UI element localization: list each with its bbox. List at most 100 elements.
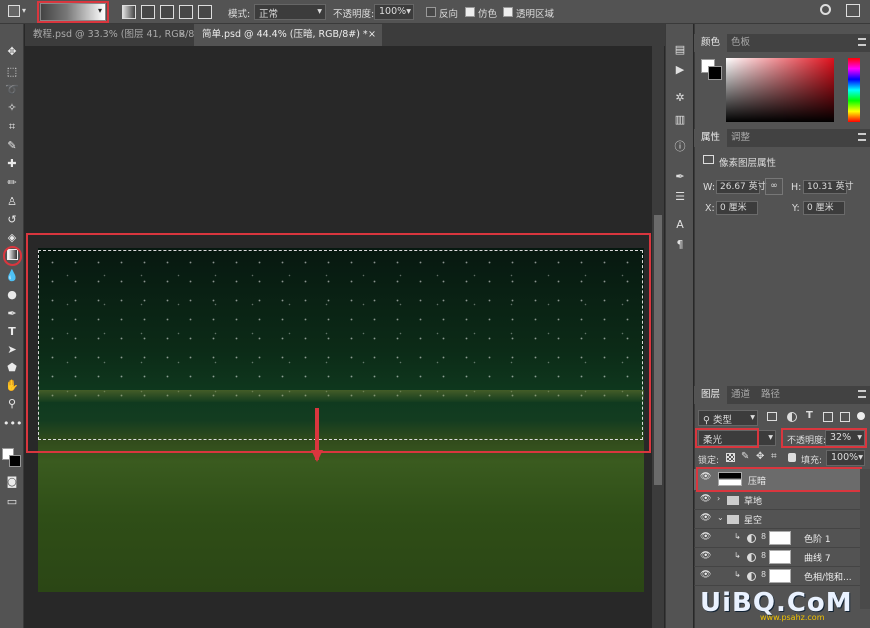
pen-icon[interactable]: ✒	[3, 306, 21, 322]
tab-paths[interactable]: 路径	[754, 386, 787, 404]
chevron-down-icon[interactable]: ⌄	[717, 513, 724, 522]
marquee-icon[interactable]: ⬚	[3, 64, 21, 80]
brushes-icon[interactable]: ✒	[671, 169, 689, 185]
filter-pixel-icon[interactable]	[767, 412, 777, 421]
workspace-icon[interactable]	[846, 4, 860, 17]
path-select-icon[interactable]: ➤	[3, 342, 21, 358]
reflected-gradient-icon[interactable]	[179, 5, 193, 19]
quick-mask-icon[interactable]: ◙	[3, 474, 21, 490]
layer-filter-select[interactable]: ⚲ 类型 ▾	[698, 410, 758, 426]
tool-preset-icon[interactable]	[8, 5, 20, 17]
info-icon[interactable]: ⓘ	[671, 139, 689, 155]
mode-select[interactable]: 正常 ▾	[254, 4, 326, 20]
y-input[interactable]: 0 厘米	[803, 201, 845, 215]
eye-icon[interactable]: 👁	[700, 494, 711, 504]
actions-play-icon[interactable]: ▶	[671, 62, 689, 78]
eraser-icon[interactable]: ◈	[3, 230, 21, 246]
brush-settings-icon[interactable]: ☰	[671, 189, 689, 205]
diamond-gradient-icon[interactable]	[198, 5, 212, 19]
tab-simple-psd[interactable]: 简单.psd @ 44.4% (压暗, RGB/8#) * ×	[194, 24, 382, 46]
layers-scrollbar[interactable]	[860, 469, 870, 609]
layer-row-starry[interactable]: 👁 ⌄ 星空	[694, 510, 860, 529]
hue-slider[interactable]	[848, 58, 860, 122]
crop-icon[interactable]: ⌗	[3, 119, 21, 135]
link-icon[interactable]: ∞	[765, 178, 783, 195]
angle-gradient-icon[interactable]	[160, 5, 174, 19]
search-icon[interactable]	[820, 4, 831, 15]
tab-properties[interactable]: 属性	[694, 129, 728, 147]
eye-icon[interactable]: 👁	[700, 532, 711, 542]
type-icon[interactable]: T	[3, 324, 21, 340]
reverse-checkbox[interactable]	[426, 7, 436, 17]
eye-icon[interactable]: 👁	[700, 513, 711, 523]
layer-row-curves[interactable]: 👁 ↳ 8 曲线 7	[694, 548, 860, 567]
panel-menu-icon[interactable]	[858, 38, 866, 46]
filter-adjustment-icon[interactable]	[787, 412, 797, 422]
height-input[interactable]: 10.31 英寸	[803, 180, 854, 194]
opacity-input[interactable]: 100% ▾	[374, 4, 414, 20]
filter-type-icon[interactable]: T	[806, 410, 813, 421]
tab-adjustments[interactable]: 调整	[724, 129, 757, 147]
character-icon[interactable]: A	[671, 217, 689, 233]
eyedropper-icon[interactable]: ✎	[3, 138, 21, 154]
radial-gradient-icon[interactable]	[141, 5, 155, 19]
eye-icon[interactable]: 👁	[700, 551, 711, 561]
color-panel-header: 颜色 色板	[694, 34, 870, 52]
background-color-swatch[interactable]	[708, 66, 722, 80]
shape-icon[interactable]: ⬟	[3, 360, 21, 376]
tab-channels[interactable]: 通道	[724, 386, 757, 404]
fill-input[interactable]: 100% ▾	[826, 450, 865, 466]
eye-icon[interactable]: 👁	[700, 570, 711, 580]
healing-icon[interactable]: ✚	[3, 156, 21, 172]
chevron-down-icon[interactable]: ▾	[22, 6, 26, 15]
color-field[interactable]	[726, 58, 834, 122]
paragraph-icon[interactable]: ¶	[671, 237, 689, 253]
panel-menu-icon[interactable]	[858, 133, 866, 141]
brush-icon[interactable]: ✏	[3, 175, 21, 191]
adjustments-icon[interactable]: ✲	[671, 90, 689, 106]
move-icon[interactable]: ✥	[3, 44, 21, 60]
close-icon[interactable]: ×	[178, 24, 186, 46]
background-color-swatch[interactable]	[9, 455, 21, 467]
lock-transparent-icon[interactable]	[726, 453, 735, 462]
opacity-value: 100%	[379, 6, 407, 17]
hand-icon[interactable]: ✋	[3, 378, 21, 394]
scrollbar-thumb[interactable]	[654, 215, 662, 485]
lock-artboard-icon[interactable]: ⌗	[771, 451, 777, 462]
layer-name: 星空	[744, 516, 763, 526]
close-icon[interactable]: ×	[368, 24, 376, 46]
lasso-icon[interactable]: ➰	[3, 82, 21, 98]
screen-mode-icon[interactable]: ▭	[3, 494, 21, 510]
lock-image-icon[interactable]: ✎	[741, 451, 749, 462]
histogram-icon[interactable]: ▥	[671, 112, 689, 128]
x-input[interactable]: 0 厘米	[716, 201, 758, 215]
filter-shape-icon[interactable]	[823, 412, 833, 422]
history-icon[interactable]: ▤	[671, 42, 689, 58]
tab-layers[interactable]: 图层	[694, 386, 728, 404]
chevron-right-icon[interactable]: ›	[717, 494, 720, 503]
stamp-icon[interactable]: ♙	[3, 194, 21, 210]
layer-row-grass[interactable]: 👁 › 草地	[694, 491, 860, 510]
tab-tutorial-psd[interactable]: 教程.psd @ 33.3% (图层 41, RGB/8#) ×	[25, 24, 206, 46]
opacity-label: 不透明度:	[333, 9, 375, 20]
linear-gradient-icon[interactable]	[122, 5, 136, 19]
more-tools-icon[interactable]: •••	[3, 416, 22, 432]
tab-color[interactable]: 颜色	[694, 34, 728, 52]
dodge-icon[interactable]: ●	[3, 287, 21, 303]
layer-row-levels[interactable]: 👁 ↳ 8 色阶 1	[694, 529, 860, 548]
lock-all-icon[interactable]	[788, 453, 796, 462]
zoom-icon[interactable]: ⚲	[3, 396, 21, 412]
layer-row-hue-saturation[interactable]: 👁 ↳ 8 色相/饱和...	[694, 567, 860, 586]
transparency-checkbox[interactable]	[503, 7, 513, 17]
panel-menu-icon[interactable]	[858, 390, 866, 398]
dither-checkbox[interactable]	[465, 7, 475, 17]
history-brush-icon[interactable]: ↺	[3, 212, 21, 228]
filter-toggle-icon[interactable]	[857, 412, 865, 420]
tools-panel: ✥ ⬚ ➰ ✧ ⌗ ✎ ✚ ✏ ♙ ↺ ◈ 💧 ● ✒ T ➤ ⬟ ✋ ⚲ ••…	[0, 24, 24, 628]
tab-swatches[interactable]: 色板	[724, 34, 757, 52]
magic-wand-icon[interactable]: ✧	[3, 100, 21, 116]
lock-position-icon[interactable]: ✥	[756, 451, 764, 462]
blur-icon[interactable]: 💧	[3, 268, 21, 284]
width-input[interactable]: 26.67 英寸	[716, 180, 767, 194]
filter-smart-icon[interactable]	[840, 412, 850, 422]
